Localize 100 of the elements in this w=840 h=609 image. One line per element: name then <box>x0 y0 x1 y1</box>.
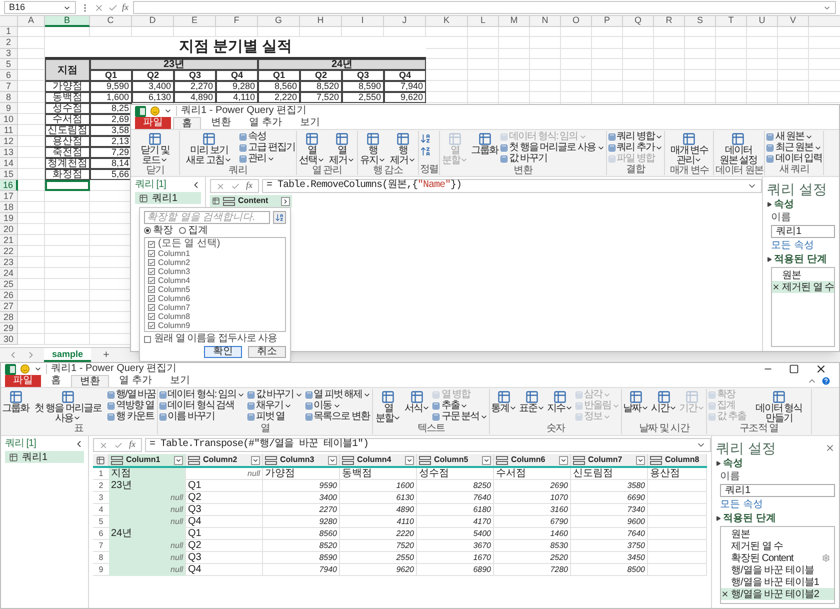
row-header[interactable]: 18 <box>0 202 18 213</box>
row-header[interactable]: 14 <box>0 158 18 169</box>
checkbox[interactable] <box>148 250 155 257</box>
step-item[interactable]: 원본 <box>721 528 834 540</box>
ribbon-button[interactable]: 역방향 열 <box>107 400 156 411</box>
ribbon-button[interactable]: 값 바꾸기 <box>246 389 303 400</box>
filter-button[interactable] <box>482 456 491 464</box>
sort-descending-button[interactable] <box>420 146 431 157</box>
checkbox[interactable] <box>148 304 155 311</box>
column-header[interactable]: Content <box>210 195 292 207</box>
query-item[interactable]: 쿼리1 <box>135 192 201 204</box>
row-header[interactable]: 22 <box>0 246 18 257</box>
row-header[interactable]: 28 <box>0 312 18 323</box>
formula-bar[interactable]: = Table.Transpose(#"행/열을 바꾼 테이블1") <box>144 438 711 452</box>
ribbon-button[interactable]: 매개 변수 관리 <box>666 131 712 166</box>
sheet-tab[interactable]: sample <box>44 348 92 362</box>
column-header[interactable]: R <box>654 16 685 27</box>
row-header[interactable]: 7 <box>0 81 18 92</box>
ribbon-button[interactable]: 쿼리 추가 <box>608 142 664 153</box>
ribbon-button[interactable]: 열 제거 <box>328 131 356 166</box>
ribbon-button[interactable]: 날짜 <box>623 389 650 414</box>
column-header[interactable]: S <box>685 16 716 27</box>
checkbox[interactable] <box>148 313 155 320</box>
ribbon-button[interactable]: 시간 <box>651 389 678 414</box>
column-header[interactable]: E <box>174 16 216 27</box>
ribbon-button[interactable]: 행/열 바꿈 <box>107 389 156 400</box>
query-item[interactable]: 쿼리1 <box>5 451 84 463</box>
checkbox[interactable] <box>148 259 155 266</box>
ribbon-button[interactable]: 추출 <box>432 400 488 411</box>
checkbox[interactable] <box>148 268 155 275</box>
all-properties-link[interactable]: 모든 속성 <box>716 499 835 511</box>
row-header[interactable]: 21 <box>0 235 18 246</box>
selected-cell[interactable] <box>45 180 90 191</box>
ribbon-button[interactable]: 이름 바꾸기 <box>158 411 245 422</box>
filter-button[interactable] <box>174 456 183 464</box>
ribbon-button[interactable]: 그룹화 <box>2 389 29 414</box>
formula-bar[interactable]: = Table.RemoveColumns(원본,{"Name"}) <box>262 179 762 193</box>
column-header[interactable]: P <box>592 16 623 27</box>
column-header[interactable]: Column1 <box>109 454 186 466</box>
step-item[interactable]: 행/열을 바꾼 테이블 <box>721 564 834 576</box>
row-header[interactable]: 17 <box>0 191 18 202</box>
column-header[interactable]: A <box>18 16 45 27</box>
ribbon-button[interactable]: 목록으로 변환 <box>304 411 372 422</box>
ok-button[interactable]: 확인 <box>204 346 242 358</box>
ribbon-button[interactable]: 지수 <box>547 389 574 414</box>
filter-button[interactable] <box>636 456 645 464</box>
column-header[interactable]: I <box>342 16 384 27</box>
row-header[interactable]: 30 <box>0 334 18 345</box>
ribbon-button[interactable]: 속성 <box>239 131 295 142</box>
expand-button[interactable] <box>281 196 290 206</box>
column-header[interactable]: F <box>216 16 258 27</box>
ribbon-button[interactable]: 관리 <box>239 153 295 164</box>
row-header[interactable]: 5 <box>0 59 18 70</box>
column-header[interactable]: Column5 <box>417 454 494 466</box>
row-header[interactable]: 25 <box>0 279 18 290</box>
column-header[interactable]: Column8 <box>648 454 707 466</box>
row-header[interactable]: 11 <box>0 125 18 136</box>
row-header[interactable]: 3 <box>0 49 18 59</box>
filter-button[interactable] <box>251 456 260 464</box>
maximize-button[interactable] <box>789 364 799 374</box>
ribbon-button[interactable]: 데이터 형식 만들기 <box>748 389 810 424</box>
ribbon-button[interactable]: 행 유지 <box>358 131 387 166</box>
row-header[interactable]: 24 <box>0 268 18 279</box>
column-header[interactable]: K <box>426 16 468 27</box>
checkbox[interactable] <box>148 277 155 284</box>
column-header[interactable]: Column7 <box>571 454 648 466</box>
ribbon-button[interactable]: 행 제거 <box>388 131 417 166</box>
row-header[interactable]: 2 <box>0 37 18 49</box>
step-item[interactable]: 확장된 Content <box>721 552 834 564</box>
row-header[interactable]: 16 <box>0 180 18 191</box>
checkbox[interactable] <box>144 336 151 342</box>
row-header[interactable]: 15 <box>0 169 18 180</box>
close-button[interactable] <box>815 363 827 375</box>
row-header[interactable]: 19 <box>0 213 18 224</box>
column-header[interactable]: V <box>778 16 809 27</box>
ribbon-button[interactable]: 미리 보기 새로 고침 <box>181 131 237 166</box>
column-header[interactable]: L <box>468 16 499 27</box>
row-header[interactable]: 12 <box>0 136 18 147</box>
row-header[interactable]: 20 <box>0 224 18 235</box>
ribbon-button[interactable]: 첫 행을 머리글로 사용 <box>31 389 105 424</box>
ribbon-button[interactable]: 새 원본 <box>766 131 822 142</box>
column-header[interactable]: G <box>258 16 300 27</box>
ribbon-button[interactable]: 이동 <box>304 400 372 411</box>
name-field[interactable]: 쿼리1 <box>720 484 835 497</box>
ribbon-tab[interactable]: 보기 <box>292 117 328 129</box>
ribbon-button[interactable]: 쿼리 병합 <box>608 131 664 142</box>
ribbon-button[interactable]: 열 분할 <box>374 389 402 424</box>
name-field[interactable]: 쿼리1 <box>771 225 835 238</box>
ribbon-button[interactable]: 표준 <box>519 389 546 414</box>
column-header[interactable]: Q <box>623 16 654 27</box>
step-item[interactable]: 원본 <box>772 269 834 281</box>
ribbon-button[interactable]: 채우기 <box>246 400 303 411</box>
step-item[interactable]: 제거된 열 수 <box>772 281 834 293</box>
ribbon-button[interactable]: 피벗 열 <box>246 411 303 422</box>
name-box[interactable]: B16 <box>4 1 76 14</box>
filter-button[interactable] <box>405 456 414 464</box>
checkbox[interactable] <box>148 240 155 248</box>
checkbox[interactable] <box>148 295 155 302</box>
column-header[interactable]: N <box>530 16 561 27</box>
row-header[interactable]: 9 <box>0 103 18 114</box>
